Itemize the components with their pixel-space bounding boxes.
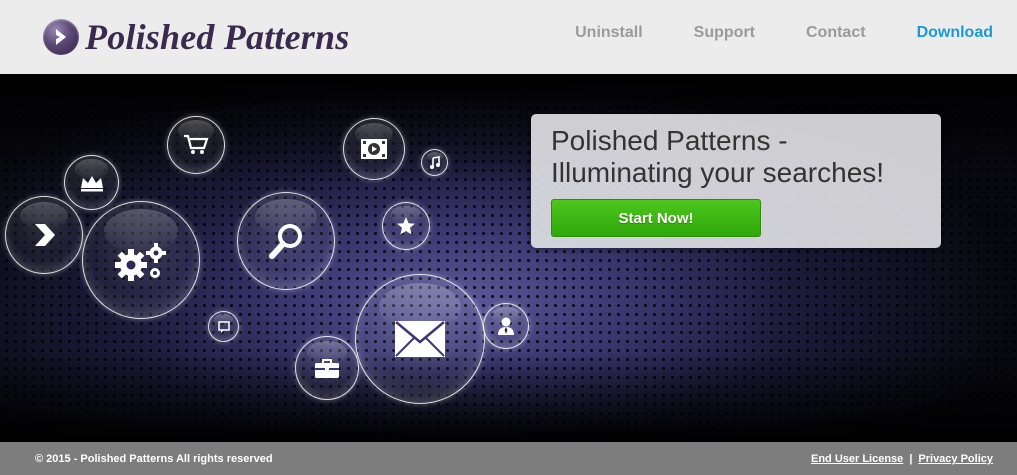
promo-panel: Polished Patterns - Illuminating your se… [531, 114, 941, 248]
logo-arrow-icon [43, 19, 79, 55]
music-note-icon [421, 149, 448, 176]
brand-name: Polished Patterns [85, 17, 350, 57]
main-nav: Uninstall Support Contact Download [524, 24, 993, 42]
headline: Polished Patterns - Illuminating your se… [551, 125, 885, 188]
chat-icon [208, 311, 239, 342]
briefcase-icon [295, 336, 359, 400]
arrow-icon [5, 196, 83, 274]
nav-download[interactable]: Download [917, 24, 993, 42]
video-icon [343, 118, 405, 180]
logo[interactable]: Polished Patterns [43, 15, 349, 59]
crown-icon [64, 155, 119, 210]
envelope-icon [355, 274, 485, 404]
gears-icon [82, 201, 200, 319]
footer-links: End User License | Privacy Policy [811, 453, 993, 465]
footer: © 2015 - Polished Patterns All rights re… [0, 442, 1017, 475]
user-icon [483, 303, 529, 349]
copyright-text: © 2015 - Polished Patterns All rights re… [35, 453, 273, 465]
star-icon [382, 202, 430, 250]
shopping-cart-icon [167, 116, 225, 174]
nav-uninstall[interactable]: Uninstall [575, 24, 643, 42]
footer-separator: | [909, 453, 913, 465]
hero-banner: Polished Patterns - Illuminating your se… [0, 74, 1017, 442]
privacy-policy-link[interactable]: Privacy Policy [918, 453, 993, 465]
end-user-license-link[interactable]: End User License [811, 453, 903, 465]
search-icon [237, 192, 335, 290]
nav-contact[interactable]: Contact [806, 24, 866, 42]
nav-support[interactable]: Support [694, 24, 755, 42]
header: Polished Patterns Uninstall Support Cont… [0, 0, 1017, 74]
start-now-button[interactable]: Start Now! [551, 199, 761, 237]
